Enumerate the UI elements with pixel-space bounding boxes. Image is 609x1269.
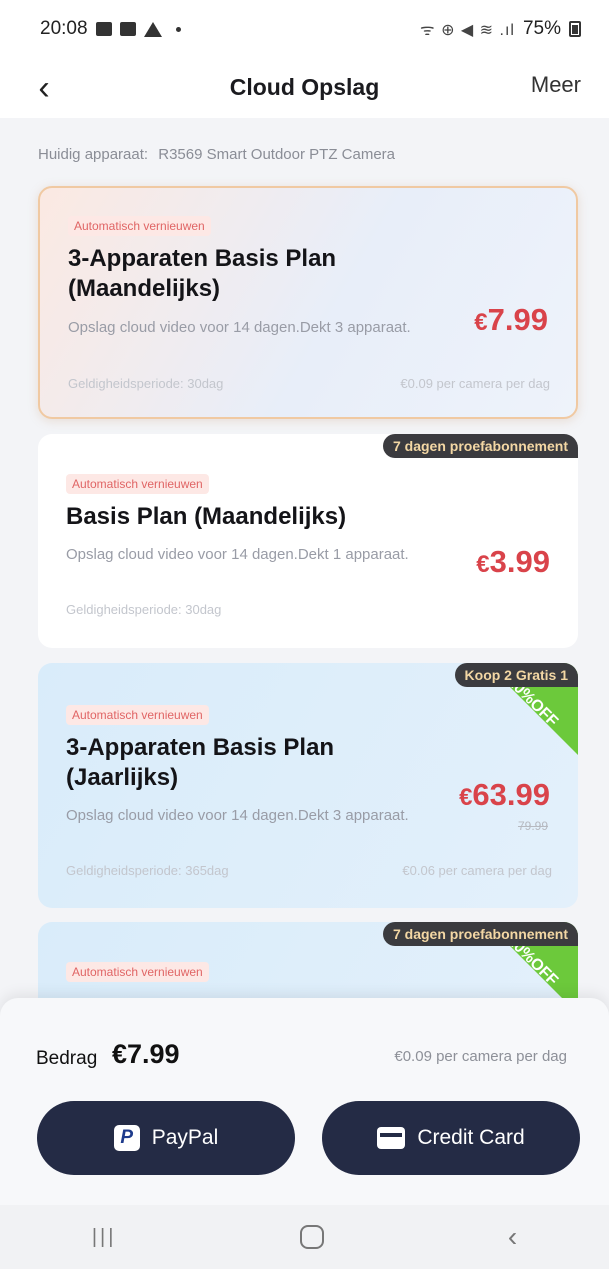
plan-title: 3-Apparaten Basis Plan (Jaarlijks) <box>66 734 335 791</box>
plan-price: €63.99 <box>459 777 550 813</box>
plan-description: Opslag cloud video voor 14 dagen.Dekt 3 … <box>66 807 409 824</box>
promo-ribbon: Koop 2 Gratis 1 <box>454 663 578 687</box>
payment-panel: Bedrag €7.99 €0.09 per camera per dag P … <box>0 998 609 1230</box>
page-title: Cloud Opslag <box>229 74 380 100</box>
plan-price: €3.99 <box>476 544 550 580</box>
trial-ribbon: 7 dagen proefabonnement <box>382 922 578 946</box>
plan-card-3-devices-yearly[interactable]: 20%OFF Koop 2 Gratis 1 Automatisch verni… <box>38 663 578 908</box>
battery-icon <box>569 21 581 37</box>
current-device-name: R3569 Smart Outdoor PTZ Camera <box>158 146 396 163</box>
trial-ribbon: 7 dagen proefabonnement <box>382 434 578 458</box>
back-button[interactable]: ‹ <box>24 64 64 112</box>
current-device-label: Huidig apparaat: <box>38 146 149 163</box>
amount-label: Bedrag <box>36 1048 98 1069</box>
current-device: Huidig apparaat: R3569 Smart Outdoor PTZ… <box>38 146 395 163</box>
plan-validity: Geldigheidsperiode: 30dag <box>66 602 222 617</box>
image-notification-icon <box>95 22 112 36</box>
auto-renew-tag: Automatisch vernieuwen <box>66 962 209 982</box>
credit-card-button[interactable]: Credit Card <box>322 1101 580 1175</box>
auto-renew-tag: Automatisch vernieuwen <box>66 705 209 725</box>
nav-bar: ‹ Cloud Opslag Meer <box>0 58 609 118</box>
currency-symbol: € <box>474 309 488 336</box>
warning-icon <box>143 21 162 37</box>
price-value: 63.99 <box>472 777 550 812</box>
plan-validity: Geldigheidsperiode: 30dag <box>68 376 224 391</box>
amount-value: €7.99 <box>112 1039 180 1069</box>
currency-symbol: € <box>476 551 490 578</box>
plan-card-basic-monthly[interactable]: 7 dagen proefabonnement Automatisch vern… <box>38 434 578 648</box>
status-left: 20:08 <box>40 18 181 40</box>
price-value: 3.99 <box>489 544 550 579</box>
signal-icons: ᯤ ⊕ ◀ ≋ .ıl <box>420 22 515 39</box>
battery-percent: 75% <box>522 18 561 39</box>
plan-price: €7.99 <box>474 302 548 338</box>
plan-title: Basis Plan (Maandelijks) <box>66 503 347 530</box>
plan-per-day-price: €0.06 per camera per dag <box>402 863 552 878</box>
credit-card-button-label: Credit Card <box>417 1126 525 1149</box>
paypal-icon: P <box>113 1125 140 1151</box>
system-back-button[interactable]: ‹ <box>508 1221 517 1253</box>
plan-old-price: 79.99 <box>517 819 548 833</box>
credit-card-icon <box>377 1127 406 1149</box>
paypal-button-label: PayPal <box>151 1126 219 1149</box>
price-value: 7.99 <box>487 302 548 337</box>
status-bar: 20:08 ᯤ ⊕ ◀ ≋ .ıl 75% <box>0 0 609 58</box>
plan-title: 3-Apparaten Basis Plan (Maandelijks) <box>68 245 337 302</box>
plan-per-day-price: €0.09 per camera per dag <box>400 376 550 391</box>
plan-description: Opslag cloud video voor 14 dagen.Dekt 1 … <box>66 546 409 563</box>
more-notifications-icon <box>175 26 181 32</box>
back-arrow-icon: ‹ <box>38 68 50 107</box>
plan-card-3-devices-monthly[interactable]: Automatisch vernieuwen 3-Apparaten Basis… <box>38 186 578 419</box>
more-button[interactable]: Meer <box>531 72 581 98</box>
paypal-button[interactable]: P PayPal <box>37 1101 295 1175</box>
linkedin-notification-icon <box>119 22 136 36</box>
amount-per-day: €0.09 per camera per dag <box>394 1048 567 1065</box>
status-time: 20:08 <box>40 18 88 39</box>
currency-symbol: € <box>459 784 473 811</box>
status-right: ᯤ ⊕ ◀ ≋ .ıl 75% <box>420 18 581 40</box>
home-button[interactable] <box>300 1225 325 1249</box>
system-nav-bar: ||| ‹ <box>0 1205 609 1269</box>
recent-apps-button[interactable]: ||| <box>92 1226 117 1249</box>
plan-description: Opslag cloud video voor 14 dagen.Dekt 3 … <box>68 319 411 336</box>
auto-renew-tag: Automatisch vernieuwen <box>68 216 211 236</box>
plan-validity: Geldigheidsperiode: 365dag <box>66 863 229 878</box>
auto-renew-tag: Automatisch vernieuwen <box>66 474 209 494</box>
